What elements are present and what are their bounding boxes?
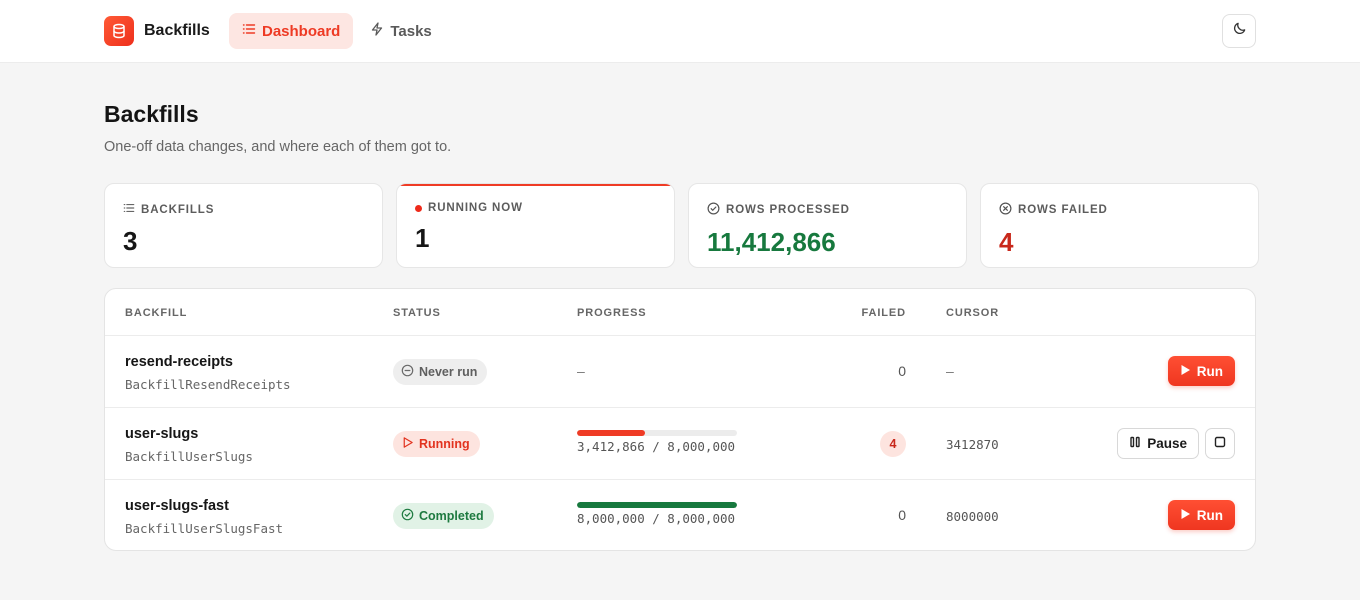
backfill-name: user-slugs [125,426,199,442]
database-icon [104,16,134,46]
stat-label: RUNNING NOW [428,202,523,214]
progress-text: 3,412,866 / 8,000,000 [577,439,736,454]
cursor-value: 3412870 [946,437,999,452]
stat-value: 4 [999,227,1014,257]
run-button[interactable]: Run [1167,356,1235,386]
stat-label: BACKFILLS [141,203,215,216]
check-circle-icon [401,508,414,524]
minus-circle-icon [401,364,414,380]
play-circle-icon [401,436,414,452]
table-row: resend-receipts BackfillResendReceipts N… [105,336,1255,408]
failed-count: 0 [898,363,906,379]
stat-label: ROWS FAILED [1018,204,1108,216]
moon-icon [1232,21,1247,41]
stat-value: 3 [123,226,138,256]
backfill-name: resend-receipts [125,354,233,370]
run-button[interactable]: Run [1167,500,1235,530]
backfills-table: BACKFILL STATUS PROGRESS FAILED CURSOR r… [104,288,1256,551]
top-bar: Backfills Dashboard Tasks [0,0,1360,63]
run-button-label: Run [1196,363,1223,379]
play-icon [1180,364,1191,379]
column-header-cursor: CURSOR [946,307,1000,319]
check-circle-icon [707,202,720,218]
stats-row: BACKFILLS 3 RUNNING NOW 1 ROWS PROCESSED… [104,183,1259,268]
run-button-label: Run [1196,507,1223,523]
column-header-status: STATUS [393,307,441,319]
status-label: Running [419,437,470,451]
theme-toggle-button[interactable] [1222,14,1256,48]
backfill-class: BackfillResendReceipts [125,377,291,392]
pause-button[interactable]: Pause [1117,428,1199,459]
table-header: BACKFILL STATUS PROGRESS FAILED CURSOR [105,289,1255,336]
progress-fill [577,502,737,508]
stat-card-running-now: RUNNING NOW 1 [396,183,675,268]
failed-count-badge: 4 [880,431,906,457]
status-label: Never run [419,365,478,379]
nav-tasks-label: Tasks [390,22,432,40]
brand-name: Backfills [144,22,210,39]
stat-value: 1 [415,223,430,253]
backfill-name: user-slugs-fast [125,498,229,514]
table-row: user-slugs-fast BackfillUserSlugsFast Co… [105,480,1255,550]
progress-track [577,502,737,508]
cursor-value: – [946,363,954,379]
progress: 8,000,000 / 8,000,000 [577,502,737,526]
stat-value: 11,412,866 [707,227,836,257]
status-badge: Never run [393,359,488,385]
stop-icon [1214,435,1226,453]
table-row: user-slugs BackfillUserSlugs Running 3,4… [105,408,1255,480]
x-circle-icon [999,202,1012,218]
progress: 3,412,866 / 8,000,000 [577,430,737,454]
page-subtitle: One-off data changes, and where each of … [104,139,452,155]
column-header-progress: PROGRESS [577,307,647,319]
live-dot-icon [415,204,422,212]
backfill-class: BackfillUserSlugs [125,449,253,464]
main-nav: Dashboard Tasks [229,13,445,49]
stat-label: ROWS PROCESSED [726,204,850,216]
stat-card-backfills: BACKFILLS 3 [104,183,383,268]
list-icon [123,202,135,217]
status-badge: Running [393,431,480,457]
status-badge: Completed [393,503,494,529]
failed-count: 0 [898,507,906,523]
nav-dashboard-label: Dashboard [262,22,341,40]
progress-fill [577,430,646,436]
progress-empty: – [577,363,585,379]
pause-icon [1129,436,1141,451]
status-label: Completed [419,509,484,523]
stat-card-rows-failed: ROWS FAILED 4 [980,183,1259,268]
stat-card-rows-processed: ROWS PROCESSED 11,412,866 [688,183,967,268]
pause-button-label: Pause [1147,436,1187,451]
play-icon [1180,508,1191,523]
progress-text: 8,000,000 / 8,000,000 [577,511,736,526]
brand[interactable]: Backfills [104,16,210,46]
bolt-icon [370,22,384,40]
nav-dashboard[interactable]: Dashboard [229,13,354,49]
column-header-backfill: BACKFILL [125,307,188,319]
page-title: Backfills [104,101,199,127]
backfill-class: BackfillUserSlugsFast [125,521,284,536]
cursor-value: 8000000 [946,509,999,524]
column-header-failed: FAILED [861,307,906,319]
list-icon [242,22,256,40]
progress-track [577,430,737,436]
nav-tasks[interactable]: Tasks [357,13,444,49]
stop-button[interactable] [1205,428,1235,459]
